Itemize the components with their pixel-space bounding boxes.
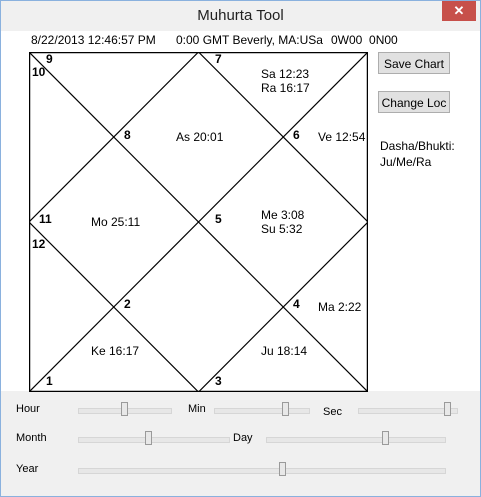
datetime-text: 8/22/2013 12:46:57 PM bbox=[31, 33, 156, 47]
save-chart-button[interactable]: Save Chart bbox=[378, 52, 450, 74]
min-label: Min bbox=[188, 403, 206, 415]
planet-mo: Mo 25:11 bbox=[91, 215, 141, 229]
dasha-label: Dasha/Bhukti: bbox=[380, 139, 455, 153]
hour-slider-thumb[interactable] bbox=[120, 402, 128, 416]
window-title: Muhurta Tool bbox=[197, 7, 284, 24]
close-button[interactable]: ✕ bbox=[442, 1, 476, 21]
min-slider-thumb[interactable] bbox=[281, 402, 289, 416]
change-loc-button[interactable]: Change Loc bbox=[378, 91, 450, 113]
coords-text: 0W00 0N00 bbox=[331, 33, 398, 47]
sec-slider-thumb[interactable] bbox=[444, 402, 452, 416]
sec-label: Sec bbox=[323, 406, 342, 418]
house-2: 2 bbox=[124, 297, 131, 311]
house-12: 12 bbox=[32, 237, 46, 251]
north-indian-chart bbox=[29, 52, 368, 392]
house-7: 7 bbox=[215, 52, 222, 66]
location-text: 0:00 GMT Beverly, MA:USa bbox=[176, 33, 323, 47]
dasha-info: Dasha/Bhukti: Ju/Me/Ra bbox=[380, 138, 455, 170]
month-label: Month bbox=[16, 432, 47, 444]
month-slider-track[interactable] bbox=[78, 437, 230, 443]
day-slider-thumb[interactable] bbox=[382, 431, 390, 445]
min-slider-track[interactable] bbox=[214, 408, 310, 414]
year-label: Year bbox=[16, 463, 39, 475]
planet-sa: Sa 12:23 bbox=[261, 67, 310, 81]
house-6: 6 bbox=[293, 128, 300, 142]
day-slider-track[interactable] bbox=[266, 437, 446, 443]
title-bar: Muhurta Tool ✕ bbox=[1, 1, 480, 31]
planet-ju: Ju 18:14 bbox=[261, 344, 308, 358]
info-bar: 8/22/2013 12:46:57 PM 0:00 GMT Beverly, … bbox=[1, 31, 480, 49]
planet-me: Me 3:08 bbox=[261, 208, 305, 222]
house-5: 5 bbox=[215, 212, 222, 226]
year-slider-track[interactable] bbox=[78, 468, 446, 474]
house-9: 9 bbox=[46, 52, 53, 66]
house-4: 4 bbox=[293, 297, 300, 311]
house-1: 1 bbox=[46, 374, 53, 388]
year-slider-thumb[interactable] bbox=[279, 462, 287, 476]
house-8: 8 bbox=[124, 128, 131, 142]
planet-ra: Ra 16:17 bbox=[261, 81, 310, 95]
dasha-value: Ju/Me/Ra bbox=[380, 155, 432, 169]
sec-slider-track[interactable] bbox=[358, 408, 458, 414]
hour-label: Hour bbox=[16, 403, 40, 415]
house-10: 10 bbox=[32, 65, 46, 79]
planet-ke: Ke 16:17 bbox=[91, 344, 140, 358]
day-label: Day bbox=[233, 432, 253, 444]
planet-ve: Ve 12:54 bbox=[318, 130, 366, 144]
planet-su: Su 5:32 bbox=[261, 222, 303, 236]
planet-as: As 20:01 bbox=[176, 130, 224, 144]
month-slider-thumb[interactable] bbox=[145, 431, 153, 445]
house-3: 3 bbox=[215, 374, 222, 388]
planet-ma: Ma 2:22 bbox=[318, 300, 362, 314]
house-11: 11 bbox=[39, 212, 52, 226]
